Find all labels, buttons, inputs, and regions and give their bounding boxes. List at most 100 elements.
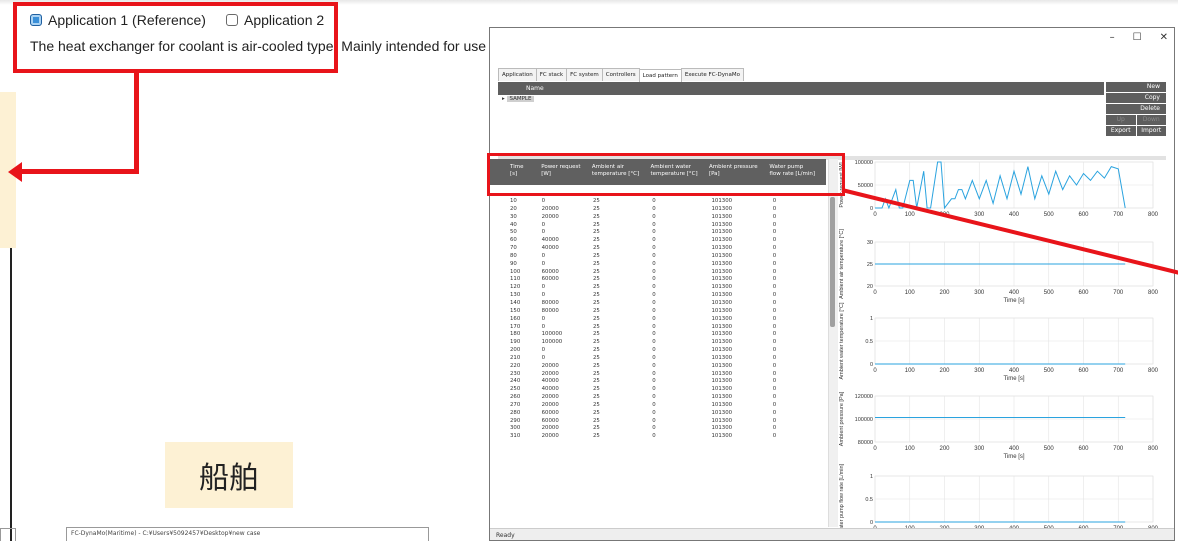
table-cell[interactable]: 0 — [773, 378, 830, 386]
table-cell[interactable]: 130 — [510, 292, 542, 300]
table-cell[interactable]: 0 — [773, 276, 830, 284]
table-cell[interactable]: 150 — [510, 308, 542, 316]
table-cell[interactable]: 20000 — [542, 402, 593, 410]
table-cell[interactable]: 101300 — [712, 214, 773, 222]
table-cell[interactable]: 60000 — [542, 276, 593, 284]
table-cell[interactable]: 101300 — [712, 402, 773, 410]
table-cell[interactable]: 25 — [593, 222, 652, 230]
new-button[interactable]: New — [1106, 82, 1166, 92]
table-cell[interactable]: 101300 — [712, 394, 773, 402]
table-cell[interactable]: 101300 — [712, 378, 773, 386]
table-cell[interactable]: 25 — [593, 371, 652, 379]
table-cell[interactable]: 0 — [773, 339, 830, 347]
table-cell[interactable]: 0 — [542, 229, 593, 237]
table-cell[interactable]: 270 — [510, 402, 542, 410]
up-button[interactable]: Up — [1106, 115, 1136, 125]
table-cell[interactable]: 160 — [510, 316, 542, 324]
export-button[interactable]: Export — [1106, 126, 1136, 136]
table-row[interactable]: 70 40000 25 0 101300 0 — [510, 245, 830, 253]
table-cell[interactable]: 0 — [652, 276, 711, 284]
table-cell[interactable]: 310 — [510, 433, 542, 441]
table-cell[interactable]: 40000 — [542, 245, 593, 253]
table-cell[interactable]: 25 — [593, 425, 652, 433]
table-cell[interactable]: 40000 — [542, 378, 593, 386]
table-row[interactable]: 170 0 25 0 101300 0 — [510, 324, 830, 332]
table-row[interactable]: 50 0 25 0 101300 0 — [510, 229, 830, 237]
table-cell[interactable]: 70 — [510, 245, 542, 253]
table-cell[interactable]: 240 — [510, 378, 542, 386]
table-cell[interactable]: 20000 — [542, 214, 593, 222]
table-cell[interactable]: 0 — [652, 425, 711, 433]
table-row[interactable]: 150 80000 25 0 101300 0 — [510, 308, 830, 316]
table-cell[interactable]: 50 — [510, 229, 542, 237]
table-cell[interactable]: 0 — [773, 433, 830, 441]
table-cell[interactable]: 101300 — [712, 206, 773, 214]
table-row[interactable]: 200 0 25 0 101300 0 — [510, 347, 830, 355]
table-cell[interactable]: 60000 — [542, 410, 593, 418]
table-row[interactable]: 20 20000 25 0 101300 0 — [510, 206, 830, 214]
table-cell[interactable]: 0 — [542, 347, 593, 355]
table-cell[interactable]: 180 — [510, 331, 542, 339]
table-cell[interactable]: 0 — [652, 269, 711, 277]
table-row[interactable]: 290 60000 25 0 101300 0 — [510, 418, 830, 426]
table-cell[interactable]: 0 — [652, 222, 711, 230]
table-cell[interactable]: 25 — [593, 276, 652, 284]
table-cell[interactable]: 0 — [773, 269, 830, 277]
import-button[interactable]: Import — [1136, 126, 1166, 136]
table-cell[interactable]: 0 — [773, 308, 830, 316]
table-cell[interactable]: 25 — [593, 269, 652, 277]
table-row[interactable]: 300 20000 25 0 101300 0 — [510, 425, 830, 433]
table-cell[interactable]: 25 — [593, 206, 652, 214]
table-cell[interactable]: 20000 — [542, 425, 593, 433]
table-cell[interactable]: 0 — [542, 198, 593, 206]
table-cell[interactable]: 101300 — [712, 324, 773, 332]
table-cell[interactable]: 101300 — [712, 237, 773, 245]
table-row[interactable]: 110 60000 25 0 101300 0 — [510, 276, 830, 284]
table-cell[interactable]: 0 — [652, 363, 711, 371]
table-cell[interactable]: 0 — [773, 331, 830, 339]
table-row[interactable]: 250 40000 25 0 101300 0 — [510, 386, 830, 394]
table-cell[interactable]: 101300 — [712, 339, 773, 347]
close-icon[interactable]: ✕ — [1160, 32, 1168, 43]
table-cell[interactable]: 101300 — [712, 331, 773, 339]
table-cell[interactable]: 25 — [593, 253, 652, 261]
table-cell[interactable]: 25 — [593, 316, 652, 324]
table-cell[interactable]: 0 — [542, 253, 593, 261]
table-cell[interactable]: 25 — [593, 229, 652, 237]
table-cell[interactable]: 0 — [652, 214, 711, 222]
table-cell[interactable]: 101300 — [712, 261, 773, 269]
minimize-icon[interactable]: – — [1110, 32, 1115, 43]
table-cell[interactable]: 220 — [510, 363, 542, 371]
table-cell[interactable]: 0 — [652, 347, 711, 355]
table-cell[interactable]: 0 — [773, 206, 830, 214]
table-cell[interactable]: 25 — [593, 355, 652, 363]
table-cell[interactable]: 101300 — [712, 222, 773, 230]
table-cell[interactable]: 280 — [510, 410, 542, 418]
table-cell[interactable]: 10 — [510, 198, 542, 206]
table-cell[interactable]: 0 — [773, 300, 830, 308]
table-row[interactable]: 160 0 25 0 101300 0 — [510, 316, 830, 324]
table-cell[interactable]: 0 — [773, 324, 830, 332]
table-cell[interactable]: 20000 — [542, 394, 593, 402]
table-row[interactable]: 270 20000 25 0 101300 0 — [510, 402, 830, 410]
table-cell[interactable]: 0 — [773, 347, 830, 355]
table-cell[interactable]: 0 — [542, 324, 593, 332]
table-cell[interactable]: 101300 — [712, 253, 773, 261]
table-cell[interactable]: 20000 — [542, 371, 593, 379]
table-cell[interactable]: 0 — [652, 402, 711, 410]
table-cell[interactable]: 0 — [652, 386, 711, 394]
table-cell[interactable]: 25 — [593, 308, 652, 316]
table-cell[interactable]: 30 — [510, 214, 542, 222]
table-cell[interactable]: 20 — [510, 206, 542, 214]
table-cell[interactable]: 20000 — [542, 433, 593, 441]
table-cell[interactable]: 0 — [773, 222, 830, 230]
maximize-icon[interactable]: ☐ — [1133, 32, 1142, 43]
table-cell[interactable]: 110 — [510, 276, 542, 284]
table-cell[interactable]: 25 — [593, 378, 652, 386]
table-cell[interactable]: 80000 — [542, 300, 593, 308]
table-cell[interactable]: 20000 — [542, 206, 593, 214]
table-cell[interactable]: 0 — [542, 284, 593, 292]
table-row[interactable]: 220 20000 25 0 101300 0 — [510, 363, 830, 371]
table-cell[interactable]: 101300 — [712, 300, 773, 308]
table-row[interactable]: 60 40000 25 0 101300 0 — [510, 237, 830, 245]
